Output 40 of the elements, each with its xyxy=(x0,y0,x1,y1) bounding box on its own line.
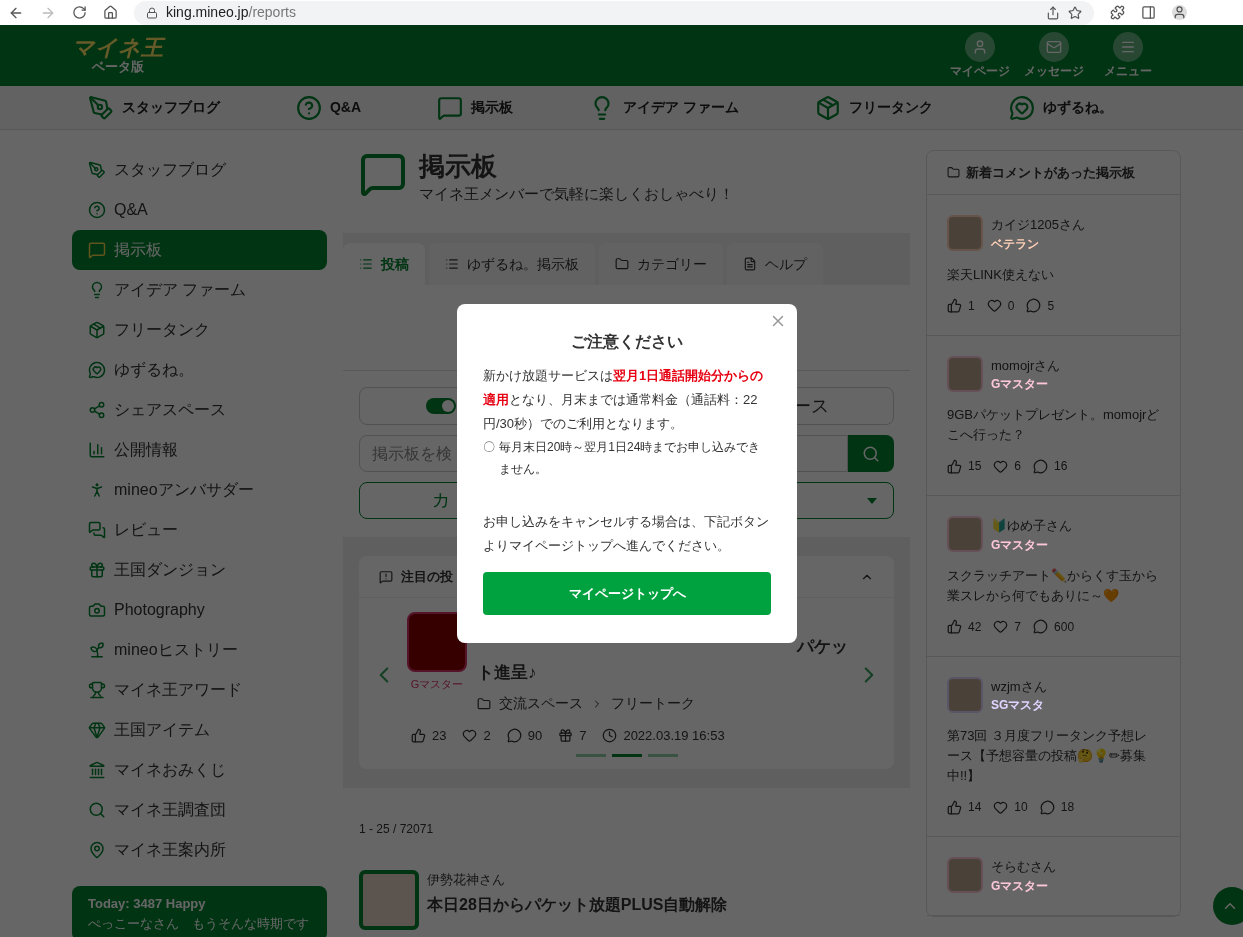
featured-title-fragment: ト進呈♪ xyxy=(477,661,538,684)
rank-label: Gマスター xyxy=(991,376,1050,393)
url-text: king.mineo.jp/reports xyxy=(166,3,296,22)
dialog-note: 毎月末日20時～翌月1日24時までお申し込みできません。 xyxy=(499,439,762,478)
stat-count: 16 xyxy=(1054,458,1068,475)
featured-heading: 注目の投 xyxy=(401,567,454,586)
rank-label: SGマスタ xyxy=(991,697,1046,714)
stat-count: 42 xyxy=(968,618,982,636)
logo-caption: ベータ版 xyxy=(91,59,144,74)
rank-label: ベテラン xyxy=(991,235,1040,253)
stat-count: 10 xyxy=(1014,799,1028,816)
stat-count: 23 xyxy=(432,727,447,745)
rank-label: Gマスター xyxy=(410,677,464,692)
today-text: ぺっこーなさん もうそんな時期です xyxy=(88,914,310,933)
stat-count: 2 xyxy=(483,727,491,745)
page-subtitle: マイネ王メンバーで気軽に楽しくおしゃべり！ xyxy=(419,183,734,204)
dialog-message: お申し込みをキャンセルする場合は、下記ボタンよりマイページトップへ進んでください。 xyxy=(483,513,770,555)
stat-count: 600 xyxy=(1054,618,1075,636)
post-author: 伊勢花神さん xyxy=(427,870,506,889)
dialog-message: 新かけ放題サービスは翌月1日通話開始分からの適用となり、月末までは通常料金（通話料：22円/30秒）でのご利用となります。 xyxy=(483,367,765,433)
stat-count: 7 xyxy=(579,727,587,745)
stat-count: 14 xyxy=(968,799,982,816)
note-mark: 〇 xyxy=(483,439,495,456)
card-heading: 新着コメントがあった掲示板 xyxy=(966,163,1135,182)
stat-count: 5 xyxy=(1047,297,1055,315)
stat-count: 15 xyxy=(968,458,982,475)
page-title: 掲示板 xyxy=(419,150,498,183)
stat-count: 6 xyxy=(1014,458,1022,475)
stat-count: 0 xyxy=(1007,297,1015,315)
stat-count: 1 xyxy=(968,297,975,315)
rank-label: Gマスター xyxy=(991,877,1050,895)
rank-label: Gマスター xyxy=(991,536,1050,554)
result-count: 1 - 25 / 72071 xyxy=(359,820,435,838)
featured-title-fragment: パケッ xyxy=(797,636,848,658)
stat-count: 18 xyxy=(1060,799,1075,816)
stat-count: 7 xyxy=(1014,618,1022,636)
dialog-title: ご注意ください xyxy=(570,332,684,352)
today-title: Today: 3487 Happy xyxy=(88,895,207,913)
stat-count: 2022.03.19 16:53 xyxy=(623,727,725,745)
stat-count: 90 xyxy=(527,727,543,745)
